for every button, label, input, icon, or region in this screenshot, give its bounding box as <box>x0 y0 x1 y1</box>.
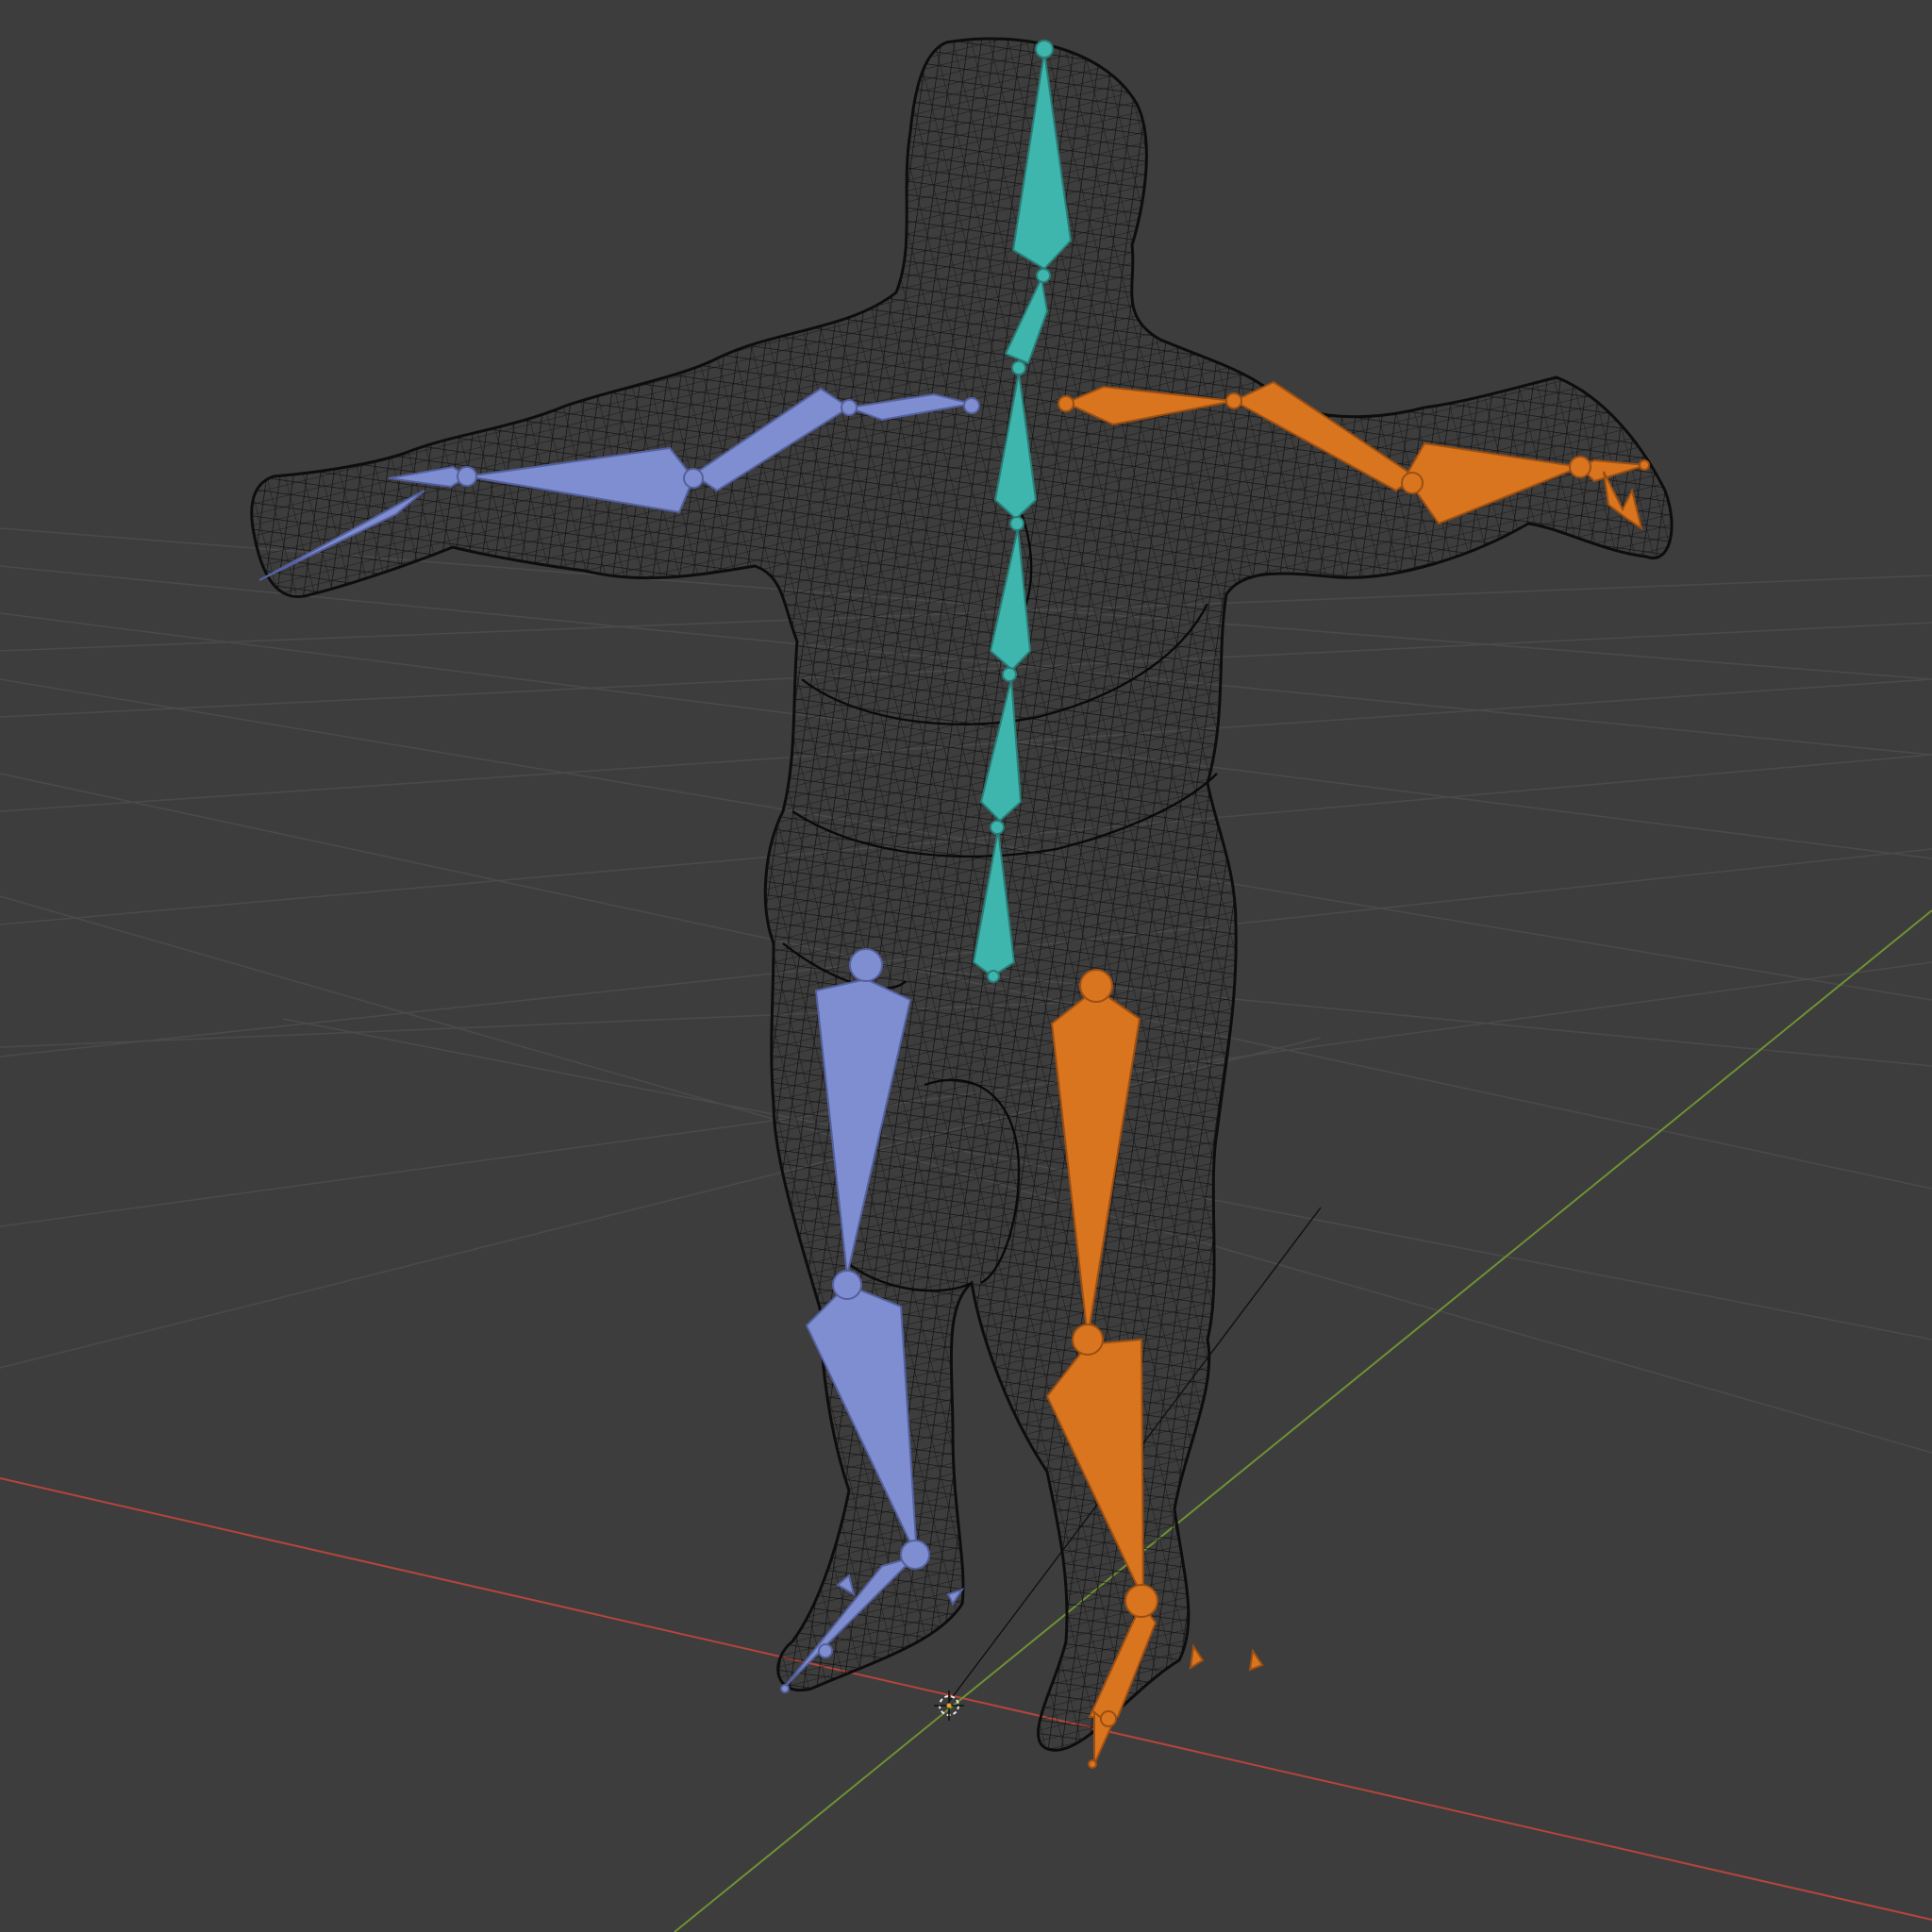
joint-hips[interactable] <box>987 970 1000 983</box>
joint-ankle-r[interactable] <box>1124 1584 1158 1618</box>
3d-viewport[interactable] <box>0 0 1932 1932</box>
joint-shoulder-r[interactable] <box>1058 395 1074 412</box>
joint-elbow-l[interactable] <box>683 468 704 489</box>
joint-wrist-l[interactable] <box>457 466 477 487</box>
joint-spine-upper[interactable] <box>1009 516 1024 531</box>
joint-ball-r[interactable] <box>1100 1710 1117 1727</box>
character-mesh-overlay <box>251 39 1673 1751</box>
joint-spine-mid[interactable] <box>1002 667 1017 682</box>
joint-ball-l[interactable] <box>818 1643 833 1658</box>
joint-ankle-l[interactable] <box>900 1540 930 1570</box>
x-axis-line <box>0 1477 1932 1921</box>
joint-clav-r[interactable] <box>1225 392 1242 409</box>
character-mesh[interactable] <box>250 37 1674 1752</box>
joint-finger-tip-r[interactable] <box>1639 459 1650 471</box>
joint-hip-l[interactable] <box>849 948 883 982</box>
joint-head-tip[interactable] <box>1035 40 1054 58</box>
joint-neck[interactable] <box>1036 268 1051 283</box>
joint-knee-r[interactable] <box>1072 1324 1104 1356</box>
joint-knee-l[interactable] <box>832 1270 862 1300</box>
joint-toe-tip-l[interactable] <box>780 1684 790 1693</box>
joint-hip-r[interactable] <box>1079 969 1113 1003</box>
joint-clav-l[interactable] <box>841 399 858 416</box>
world-origin <box>946 1703 952 1708</box>
joint-wrist-r[interactable] <box>1569 456 1591 478</box>
bone-extra-r[interactable] <box>1248 1648 1264 1672</box>
3d-cursor[interactable] <box>934 1690 964 1721</box>
joint-shoulder-l[interactable] <box>963 397 980 414</box>
joint-chest[interactable] <box>1011 360 1026 375</box>
bone-heel-r[interactable] <box>1189 1643 1205 1670</box>
joint-elbow-r[interactable] <box>1401 472 1424 494</box>
joint-spine-lower[interactable] <box>990 820 1005 835</box>
joint-toe-tip-r[interactable] <box>1088 1759 1097 1769</box>
